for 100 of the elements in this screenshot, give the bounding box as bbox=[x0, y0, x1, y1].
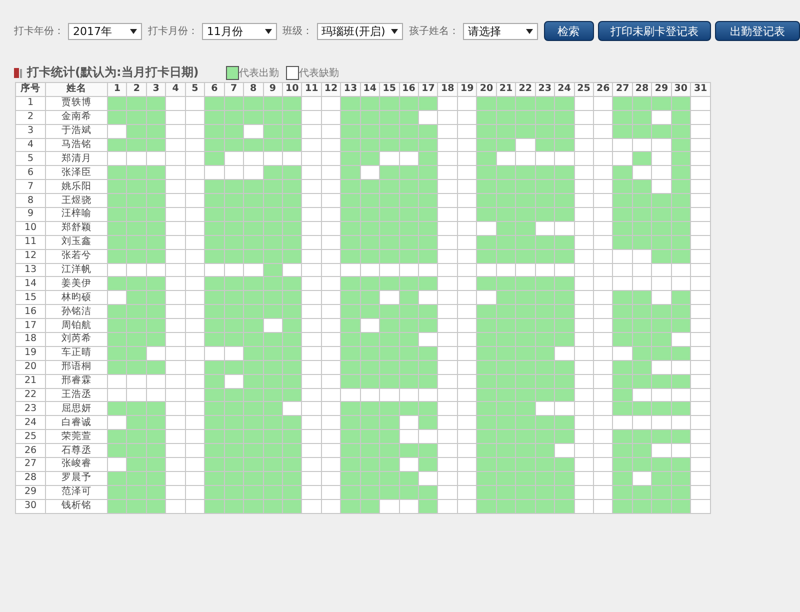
table-cell: 金南希 bbox=[46, 110, 108, 124]
table-cell: 周铂航 bbox=[46, 318, 108, 333]
table-cell: 张若兮 bbox=[46, 249, 108, 264]
table-cell: 18 bbox=[16, 332, 46, 346]
column-header: 23 bbox=[535, 82, 555, 96]
table-cell: 孙铭洁 bbox=[46, 304, 108, 319]
table-cell: 27 bbox=[16, 458, 46, 472]
column-header: 20 bbox=[476, 82, 496, 96]
table-cell: 汪梓喻 bbox=[46, 208, 108, 222]
column-header: 19 bbox=[457, 82, 477, 96]
filter-label: 班级： bbox=[282, 24, 313, 38]
table-cell: 江洋帆 bbox=[46, 263, 108, 277]
table-cell: 13 bbox=[16, 263, 46, 277]
section-title: 打卡统计(默认为:当月打卡日期) bbox=[27, 64, 199, 81]
dropdown[interactable]: 11月份 bbox=[202, 22, 277, 40]
dropdown[interactable]: 请选择 bbox=[463, 22, 538, 40]
caret-icon bbox=[526, 28, 533, 34]
table-cell: 刘芮希 bbox=[46, 332, 108, 346]
table-cell: 11 bbox=[16, 235, 46, 250]
column-header: 14 bbox=[360, 82, 380, 96]
table-cell: 19 bbox=[16, 346, 46, 360]
table-cell: 7 bbox=[16, 180, 46, 194]
column-header: 8 bbox=[244, 82, 263, 96]
table-cell: 15 bbox=[16, 290, 46, 305]
column-header: 4 bbox=[166, 82, 186, 96]
table-cell: 郑清月 bbox=[46, 152, 108, 166]
legend-label: 代表缺勤 bbox=[298, 66, 339, 80]
title-marker-icon bbox=[14, 68, 22, 78]
table-cell: 25 bbox=[16, 430, 46, 444]
table-cell: 张峻睿 bbox=[46, 458, 108, 472]
table-cell: 罗晨予 bbox=[46, 471, 108, 486]
table-cell: 24 bbox=[16, 416, 46, 430]
action-button[interactable]: 检索 bbox=[544, 21, 594, 41]
table-cell: 姜美伊 bbox=[46, 276, 108, 291]
column-header: 31 bbox=[690, 82, 710, 96]
table-cell: 30 bbox=[16, 499, 46, 514]
dropdown[interactable]: 玛瑙班(开启) bbox=[316, 22, 404, 40]
table-cell: 白睿诚 bbox=[46, 416, 108, 430]
caret-icon bbox=[130, 28, 137, 34]
column-header: 17 bbox=[418, 82, 438, 96]
table-cell: 邢语桐 bbox=[46, 360, 108, 374]
column-header: 2 bbox=[126, 82, 146, 96]
action-button[interactable]: 出勤登记表 bbox=[715, 21, 800, 41]
column-header: 18 bbox=[438, 82, 458, 96]
caret-icon bbox=[264, 28, 272, 34]
table-cell: 马浩铭 bbox=[46, 138, 108, 152]
column-header: 24 bbox=[554, 82, 574, 96]
table-cell: 16 bbox=[16, 304, 46, 319]
table-cell: 9 bbox=[16, 208, 46, 222]
column-header: 9 bbox=[263, 82, 282, 96]
table-cell: 5 bbox=[16, 152, 46, 166]
table-cell: 刘玉鑫 bbox=[46, 235, 108, 250]
column-header: 12 bbox=[321, 82, 341, 96]
table-cell: 郑舒颖 bbox=[46, 221, 108, 236]
table-cell: 12 bbox=[16, 249, 46, 264]
dropdown[interactable]: 2017年 bbox=[68, 22, 142, 40]
column-header: 3 bbox=[146, 82, 166, 96]
filter-label: 孩子姓名： bbox=[409, 24, 460, 38]
column-header: 10 bbox=[282, 82, 302, 96]
column-header: 30 bbox=[671, 82, 691, 96]
table-cell: 王煜骁 bbox=[46, 194, 108, 208]
table-cell: 车正晴 bbox=[46, 346, 108, 360]
table-cell: 8 bbox=[16, 194, 46, 208]
table-cell: 钱析铭 bbox=[46, 499, 108, 514]
table-cell: 14 bbox=[16, 276, 46, 291]
table-cell: 范泽可 bbox=[46, 485, 108, 500]
table-cell: 28 bbox=[16, 471, 46, 486]
legend-label: 代表出勤 bbox=[238, 66, 279, 80]
column-header: 11 bbox=[302, 82, 322, 96]
table-cell: 3 bbox=[16, 124, 46, 138]
column-header: 姓名 bbox=[46, 82, 108, 96]
table-cell: 29 bbox=[16, 485, 46, 500]
table-cell: 6 bbox=[16, 166, 46, 180]
table-cell: 23 bbox=[16, 402, 46, 416]
table-cell: 贾轶博 bbox=[46, 96, 108, 110]
table-cell: 21 bbox=[16, 374, 46, 388]
table-cell: 邢睿霖 bbox=[46, 374, 108, 388]
column-header: 21 bbox=[496, 82, 516, 96]
column-header: 29 bbox=[652, 82, 672, 96]
table-cell: 4 bbox=[16, 138, 46, 152]
table-cell: 姚乐阳 bbox=[46, 180, 108, 194]
action-button[interactable]: 打印未刷卡登记表 bbox=[598, 21, 712, 41]
table-cell: 于浩斌 bbox=[46, 124, 108, 138]
table-cell: 20 bbox=[16, 360, 46, 374]
table-cell: 石尊丞 bbox=[46, 444, 108, 458]
filter-label: 打卡年份： bbox=[14, 24, 64, 38]
table-cell: 屈思妍 bbox=[46, 402, 108, 416]
table-cell: 17 bbox=[16, 318, 46, 333]
column-header: 6 bbox=[204, 82, 224, 96]
table-cell: 王浩丞 bbox=[46, 388, 108, 402]
column-header: 序号 bbox=[16, 82, 46, 96]
column-header: 7 bbox=[224, 82, 244, 96]
table-cell: 2 bbox=[16, 110, 46, 124]
column-header: 5 bbox=[185, 82, 205, 96]
column-header: 27 bbox=[612, 82, 632, 96]
table-cell: 26 bbox=[16, 444, 46, 458]
table-cell: 22 bbox=[16, 388, 46, 402]
column-header: 1 bbox=[108, 82, 127, 96]
column-header: 15 bbox=[380, 82, 400, 96]
caret-icon bbox=[391, 28, 398, 34]
